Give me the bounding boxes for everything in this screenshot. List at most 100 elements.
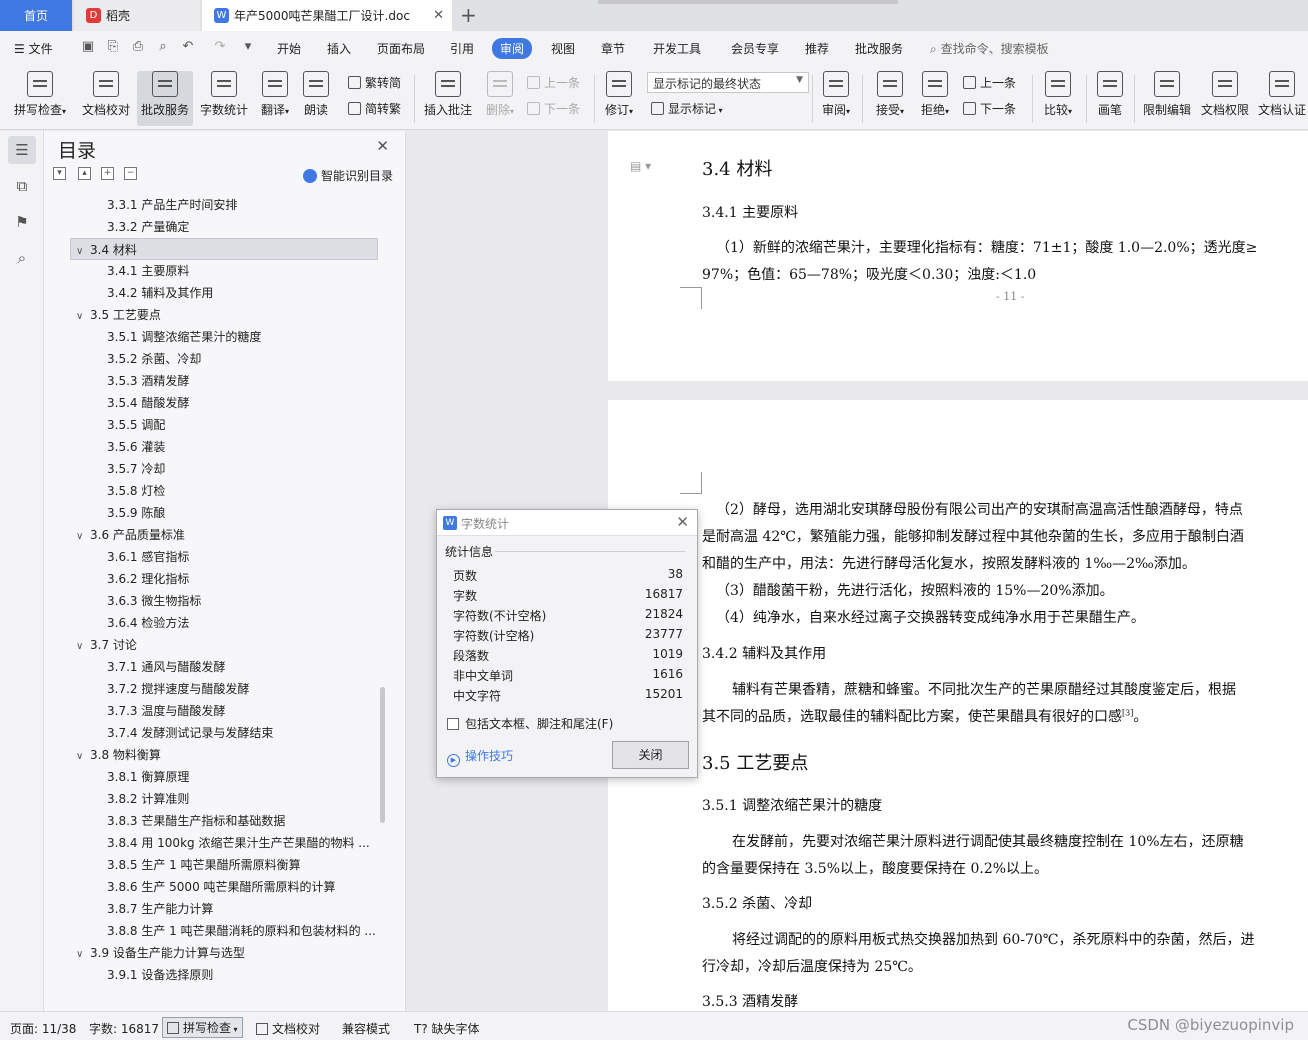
toc-item-subsection[interactable]: 3.7.3 温度与醋酸发酵 — [107, 700, 377, 722]
toc-item-section[interactable]: ∨ 3.5 工艺要点 — [76, 304, 376, 326]
toc-item-subsection[interactable]: 3.5.2 杀菌、冷却 — [107, 348, 377, 370]
dialog-title-bar[interactable]: W 字数统计 ✕ — [437, 510, 697, 536]
include-textbox-checkbox[interactable]: 包括文本框、脚注和尾注(F) — [447, 715, 613, 732]
toc-item-subsection[interactable]: 3.5.8 灯检 — [107, 480, 377, 502]
read-aloud-button[interactable]: 朗读 — [300, 71, 332, 118]
toc-item-subsection[interactable]: 3.5.9 陈酿 — [107, 502, 377, 524]
file-menu[interactable]: ☰ 文件 — [14, 40, 53, 57]
missing-font-button[interactable]: T? 缺失字体 — [414, 1020, 480, 1037]
page-indicator[interactable]: 页面: 11/38 — [10, 1020, 76, 1037]
command-search[interactable]: ⌕ 查找命令、搜索模板 — [930, 40, 1049, 57]
customize-quick-access-icon[interactable]: ▾ — [240, 39, 256, 55]
tips-link[interactable]: ▶ 操作技巧 — [447, 747, 513, 767]
search-panel-icon[interactable]: ⌕ — [8, 244, 36, 272]
delete-comment-button[interactable]: 删除▾ — [481, 71, 519, 118]
chevron-down-icon[interactable]: ∨ — [76, 526, 90, 546]
redo-icon[interactable]: ↷ — [212, 39, 228, 55]
section-nav-icon[interactable]: ⧉ — [8, 172, 36, 200]
toc-scrollbar[interactable] — [380, 687, 385, 823]
document-page[interactable]: （2）酵母，选用湖北安琪酵母股份有限公司出产的安琪耐高温高活性酿酒酵母，特点 是… — [608, 400, 1308, 1011]
new-tab-plus-icon[interactable]: + — [460, 3, 477, 27]
word-count-button[interactable]: 字数统计 — [198, 71, 250, 118]
toc-item-subsection[interactable]: 3.6.1 感官指标 — [107, 546, 377, 568]
print-icon[interactable]: ⎙ — [130, 39, 146, 55]
export-pdf-icon[interactable]: ⎘ — [105, 39, 121, 55]
accept-button[interactable]: 接受▾ — [872, 71, 908, 118]
toc-item-section[interactable]: ∨ 3.8 物料衡算 — [76, 744, 376, 766]
menu-reference[interactable]: 引用 — [450, 40, 474, 57]
menu-member[interactable]: 会员专享 — [731, 40, 779, 57]
track-changes-button[interactable]: 修订▾ — [602, 71, 636, 118]
chevron-down-icon[interactable]: ∨ — [76, 241, 90, 259]
toc-item-subsection[interactable]: 3.5.1 调整浓缩芒果汁的糖度 — [107, 326, 377, 348]
toc-item-section[interactable]: ∨ 3.7 讨论 — [76, 634, 376, 656]
toc-item-subsection[interactable]: 3.5.3 酒精发酵 — [107, 370, 377, 392]
trad-to-simp-button[interactable]: 繁转简 — [348, 74, 401, 91]
toc-item-subsection[interactable]: 3.9.1 设备选择原则 — [107, 964, 377, 986]
toc-item-subsection[interactable]: 3.7.2 搅拌速度与醋酸发酵 — [107, 678, 377, 700]
tab-home[interactable]: 首页 — [0, 0, 72, 31]
spell-check-toggle[interactable]: 拼写检查 ▾ — [162, 1017, 243, 1038]
toc-panel-icon[interactable]: ☰ — [8, 136, 36, 164]
collapse-icon[interactable]: ▾ — [53, 167, 66, 180]
toc-item-subsection[interactable]: 3.3.1 产品生产时间安排 — [107, 194, 377, 216]
remove-heading-icon[interactable]: − — [124, 167, 137, 180]
close-tab-icon[interactable]: ✕ — [433, 8, 444, 23]
toc-item-subsection[interactable]: 3.5.6 灌装 — [107, 436, 377, 458]
word-count-indicator[interactable]: 字数: 16817 — [89, 1020, 159, 1037]
simp-to-trad-button[interactable]: 简转繁 — [348, 100, 401, 117]
prev-change-button[interactable]: 上一条 — [963, 74, 1016, 91]
menu-developer[interactable]: 开发工具 — [653, 40, 701, 57]
toc-item-subsection[interactable]: 3.6.2 理化指标 — [107, 568, 377, 590]
menu-view[interactable]: 视图 — [551, 40, 575, 57]
translate-button[interactable]: 翻译▾ — [256, 71, 294, 118]
toc-item-subsection[interactable]: 3.4.1 主要原料 — [107, 260, 377, 282]
toc-item-subsection[interactable]: 3.5.4 醋酸发酵 — [107, 392, 377, 414]
toc-item-subsection[interactable]: 3.5.7 冷却 — [107, 458, 377, 480]
tab-daoke[interactable]: D 稻壳 — [74, 0, 200, 31]
toc-item-section[interactable]: ∨ 3.9 设备生产能力计算与选型 — [76, 942, 376, 964]
bookmark-icon[interactable]: ⚑ — [8, 208, 36, 236]
toc-item-section[interactable]: ∨ 3.4 材料 — [70, 238, 378, 260]
close-button[interactable]: 关闭 — [612, 741, 689, 769]
review-pane-button[interactable]: 审阅▾ — [818, 71, 854, 118]
toc-item-subsection[interactable]: 3.8.4 用 100kg 浓缩芒果汁生产芒果醋的物料 ... — [107, 832, 377, 854]
chevron-down-icon[interactable]: ∨ — [76, 636, 90, 656]
document-permission-button[interactable]: 文档权限 — [1199, 71, 1251, 118]
pen-button[interactable]: 画笔 — [1094, 71, 1126, 118]
add-heading-icon[interactable]: + — [101, 167, 114, 180]
document-page[interactable]: ▤ ▾ 3.4 材料 3.4.1 主要原料 （1）新鲜的浓缩芒果汁，主要理化指标… — [608, 131, 1308, 381]
toc-item-subsection[interactable]: 3.8.8 生产 1 吨芒果醋消耗的原料和包装材料的 ... — [107, 920, 377, 942]
toc-item-subsection[interactable]: 3.8.1 衡算原理 — [107, 766, 377, 788]
toc-item-subsection[interactable]: 3.8.2 计算准则 — [107, 788, 377, 810]
toc-item-subsection[interactable]: 3.5.5 调配 — [107, 414, 377, 436]
close-icon[interactable]: ✕ — [676, 513, 689, 531]
show-markup-button[interactable]: 显示标记 ▾ — [651, 100, 723, 117]
proofread-button[interactable]: 文档校对 — [80, 71, 132, 118]
insert-comment-button[interactable]: 插入批注 — [422, 71, 474, 118]
reject-button[interactable]: 拒绝▾ — [917, 71, 953, 118]
toc-item-subsection[interactable]: 3.6.3 微生物指标 — [107, 590, 377, 612]
markup-display-select[interactable]: 显示标记的最终状态 ▼ — [647, 72, 809, 93]
menu-chapter[interactable]: 章节 — [601, 40, 625, 57]
proofread-toggle[interactable]: 文档校对 — [256, 1020, 320, 1037]
prev-comment-button[interactable]: 上一条 — [527, 74, 580, 91]
citation-ref[interactable]: [3] — [1122, 708, 1133, 717]
toc-item-subsection[interactable]: 3.7.1 通风与醋酸发酵 — [107, 656, 377, 678]
toc-item-subsection[interactable]: 3.8.7 生产能力计算 — [107, 898, 377, 920]
toc-item-subsection[interactable]: 3.8.5 生产 1 吨芒果醋所需原料衡算 — [107, 854, 377, 876]
menu-start[interactable]: 开始 — [277, 40, 301, 57]
close-icon[interactable]: ✕ — [376, 137, 389, 155]
menu-review[interactable]: 审阅 — [492, 38, 533, 59]
document-certify-button[interactable]: 文档认证 — [1258, 71, 1306, 118]
next-comment-button[interactable]: 下一条 — [527, 100, 580, 117]
tab-document[interactable]: W 年产5000吨芒果醋工厂设计.doc ✕ — [202, 0, 452, 31]
expand-icon[interactable]: ▴ — [78, 167, 91, 180]
next-change-button[interactable]: 下一条 — [963, 100, 1016, 117]
toc-item-section[interactable]: ∨ 3.6 产品质量标准 — [76, 524, 376, 546]
toc-item-subsection[interactable]: 3.8.3 芒果醋生产指标和基础数据 — [107, 810, 377, 832]
checkbox-box[interactable] — [447, 718, 459, 730]
menu-layout[interactable]: 页面布局 — [377, 40, 425, 57]
toc-item-subsection[interactable]: 3.7.4 发酵测试记录与发酵结束 — [107, 722, 377, 744]
page-menu-icon[interactable]: ▤ ▾ — [630, 159, 651, 173]
